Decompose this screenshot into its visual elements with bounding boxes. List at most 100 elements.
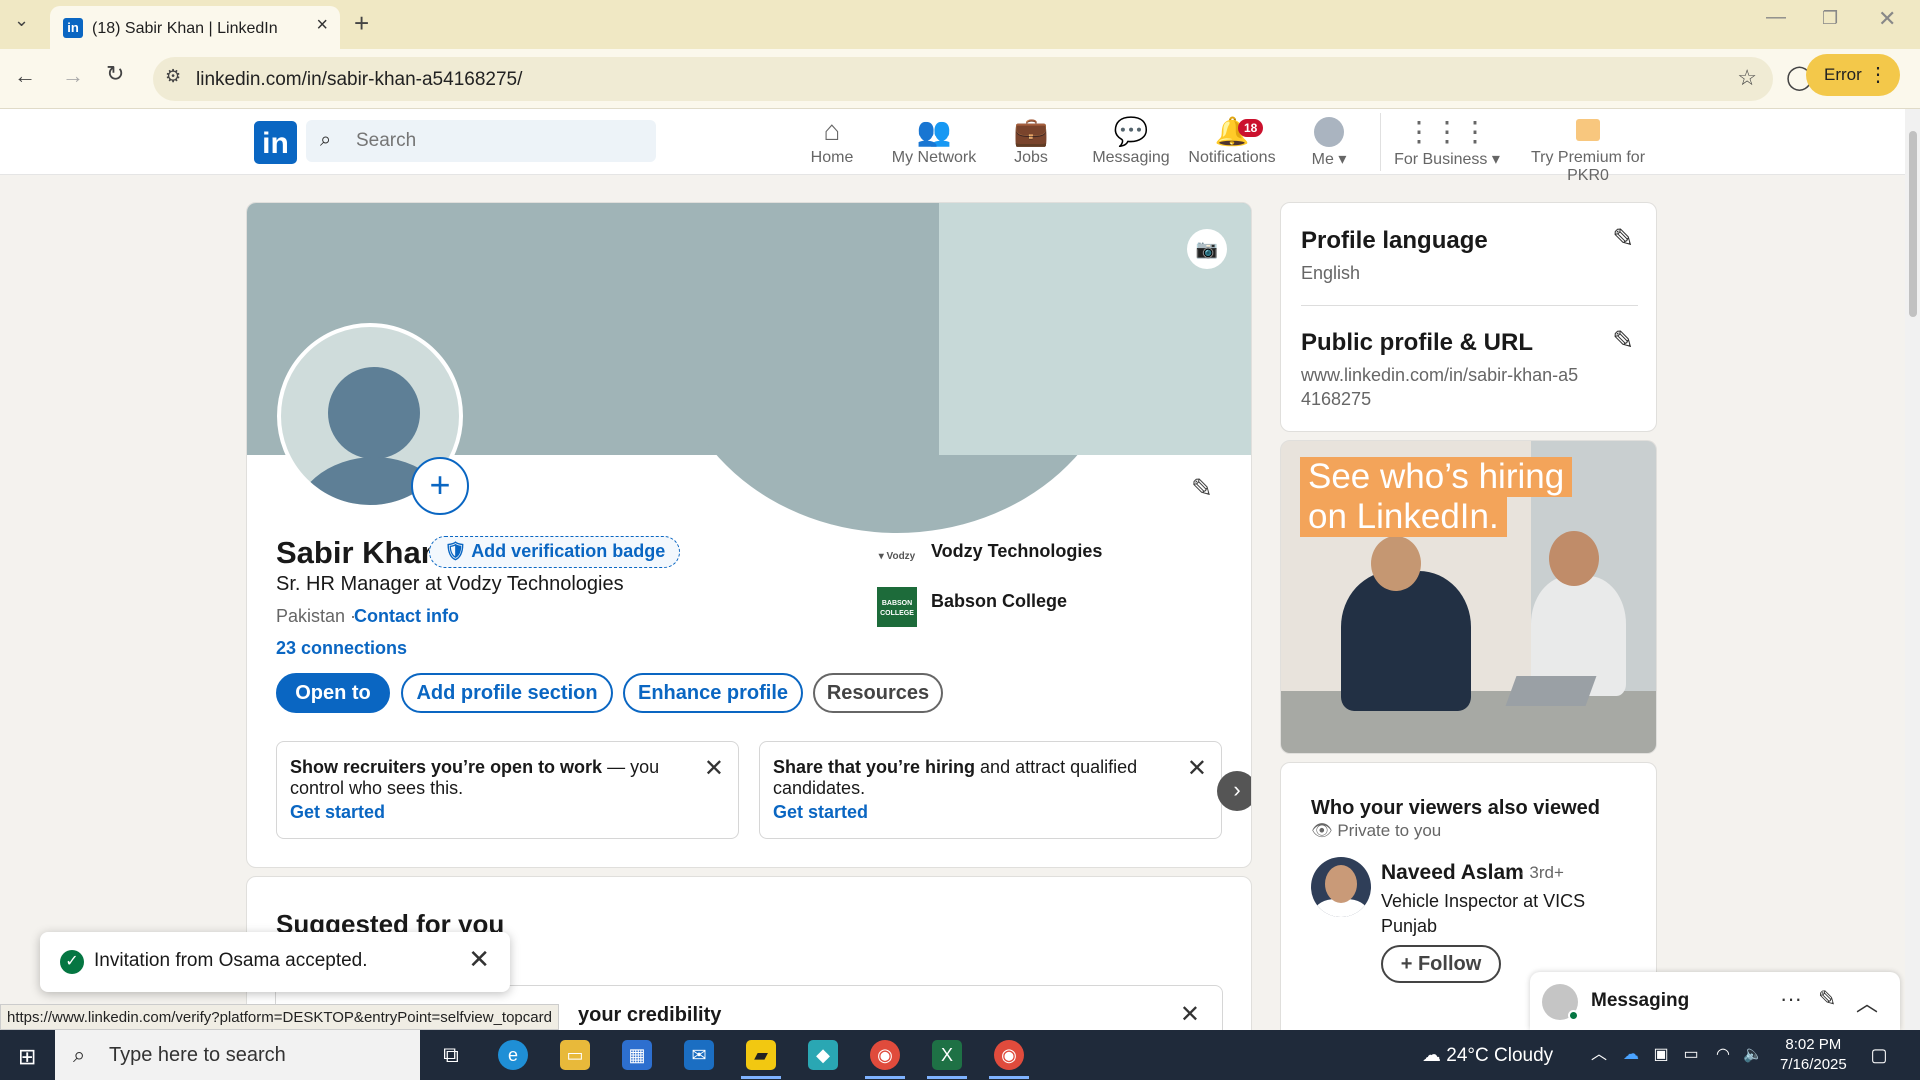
linkedin-logo[interactable]: in xyxy=(254,121,297,164)
enhance-profile-button[interactable]: Enhance profile xyxy=(623,673,803,713)
current-company[interactable]: ▾ Vodzy Vodzy Technologies xyxy=(877,537,1102,577)
scrollbar-thumb[interactable] xyxy=(1909,131,1917,317)
chrome-icon[interactable]: ◉ xyxy=(994,1040,1024,1070)
notifications-center-icon[interactable]: ▢ xyxy=(1864,1040,1894,1070)
linkedin-favicon-icon: in xyxy=(63,18,83,38)
windows-taskbar: ⊞ ⌕ Type here to search ⧉ e ▭ ▦ ✉ ▰ ◆ ◉ … xyxy=(0,1030,1920,1080)
window-close-icon[interactable]: ✕ xyxy=(1878,6,1896,32)
chevron-up-icon[interactable]: ︿ xyxy=(1856,986,1878,1018)
avatar-head xyxy=(328,367,420,459)
tab-search-icon[interactable]: ⌄ xyxy=(14,10,29,31)
add-profile-section-button[interactable]: Add profile section xyxy=(401,673,613,713)
windows-start-icon[interactable]: ⊞ xyxy=(18,1044,36,1070)
nav-my-network[interactable]: 👥 My Network xyxy=(884,115,984,167)
wifi-icon[interactable]: ◠ xyxy=(1708,1040,1738,1070)
clock-time: 8:02 PM xyxy=(1785,1036,1842,1053)
profile-error-button[interactable]: Error ⋮ xyxy=(1806,54,1900,96)
nav-premium[interactable]: Try Premium for PKR0 xyxy=(1508,115,1668,185)
resources-button[interactable]: Resources xyxy=(813,673,943,713)
ad-person-body xyxy=(1341,571,1471,711)
nav-messaging[interactable]: 💬 Messaging xyxy=(1090,115,1172,167)
edge-icon[interactable]: e xyxy=(498,1040,528,1070)
nav-for-business[interactable]: ⋮⋮⋮ For Business ▾ xyxy=(1392,115,1502,169)
open-to-button[interactable]: Open to xyxy=(276,673,390,713)
messaging-overlay[interactable]: Messaging ··· ✎ ︿ xyxy=(1530,972,1900,1030)
ad-person-head xyxy=(1549,531,1599,586)
add-photo-button[interactable]: + xyxy=(411,457,469,515)
more-options-icon[interactable]: ··· xyxy=(1780,986,1802,1012)
taskbar-clock[interactable]: 8:02 PM 7/16/2025 xyxy=(1780,1035,1847,1075)
forward-icon[interactable]: → xyxy=(62,63,84,89)
profile-name: Sabir Khan xyxy=(276,535,440,570)
nav-notifications[interactable]: 🔔 Notifications 18 xyxy=(1186,115,1278,167)
toast-text: Invitation from Osama accepted. xyxy=(94,950,368,971)
grid-icon: ⋮⋮⋮ xyxy=(1405,116,1489,147)
nav-home[interactable]: ⌂ Home xyxy=(800,115,864,167)
browser-tab[interactable]: in (18) Sabir Khan | LinkedIn × xyxy=(50,6,340,49)
nav-me[interactable]: Me ▾ xyxy=(1306,115,1352,169)
browser-toolbar: ← → ↻ ⚙ linkedin.com/in/sabir-khan-a5416… xyxy=(0,49,1920,109)
close-icon[interactable]: ✕ xyxy=(1180,1000,1200,1029)
taskbar-search[interactable]: ⌕ Type here to search xyxy=(55,1030,420,1080)
address-bar[interactable]: ⚙ linkedin.com/in/sabir-khan-a54168275/ … xyxy=(153,57,1773,101)
promo-text: Share that you’re hiring and attract qua… xyxy=(773,757,1163,799)
carousel-next-icon[interactable]: › xyxy=(1217,771,1251,811)
promo-text: Show recruiters you’re open to work — yo… xyxy=(290,757,680,799)
camera-icon[interactable]: 📷 xyxy=(1187,229,1227,269)
messaging-icon: 💬 xyxy=(1113,116,1149,147)
chevron-up-icon[interactable]: ︿ xyxy=(1584,1040,1614,1070)
status-bar-link: https://www.linkedin.com/verify?platform… xyxy=(0,1004,559,1030)
search-box[interactable]: ⌕ xyxy=(306,120,656,162)
hiring-advertisement[interactable]: See who’s hiring on LinkedIn. xyxy=(1280,440,1657,754)
battery-icon[interactable]: ▭ xyxy=(1676,1040,1706,1070)
connections-link[interactable]: 23 connections xyxy=(276,638,407,659)
menu-dots-icon: ⋮ xyxy=(1868,64,1888,86)
store-icon[interactable]: ▦ xyxy=(622,1040,652,1070)
reload-icon[interactable]: ↻ xyxy=(106,61,124,87)
edit-language-pencil-icon[interactable]: ✎ xyxy=(1612,223,1634,254)
close-icon[interactable]: ✕ xyxy=(468,944,490,975)
get-started-link[interactable]: Get started xyxy=(290,802,385,823)
app-icon[interactable]: ◆ xyxy=(808,1040,838,1070)
verify-label: Add verification badge xyxy=(471,541,666,561)
meet-now-icon[interactable]: ▣ xyxy=(1646,1040,1676,1070)
profile-location: Pakistan · xyxy=(276,606,357,626)
person-avatar[interactable] xyxy=(1311,857,1371,917)
compose-icon[interactable]: ✎ xyxy=(1818,986,1836,1012)
excel-icon[interactable]: X xyxy=(932,1040,962,1070)
sticky-notes-icon[interactable]: ▰ xyxy=(746,1040,776,1070)
search-input[interactable] xyxy=(356,126,636,156)
invitation-toast: ✓ Invitation from Osama accepted. ✕ xyxy=(40,932,510,992)
task-view-icon[interactable]: ⧉ xyxy=(436,1040,466,1070)
active-app-indicator xyxy=(927,1076,967,1079)
edit-url-pencil-icon[interactable]: ✎ xyxy=(1612,325,1634,356)
bookmark-star-icon[interactable]: ☆ xyxy=(1737,65,1757,91)
contact-info-link[interactable]: Contact info xyxy=(354,606,459,627)
onedrive-icon[interactable]: ☁ xyxy=(1616,1040,1646,1070)
chrome-icon[interactable]: ◉ xyxy=(870,1040,900,1070)
weather-widget[interactable]: ☁ 24°C Cloudy xyxy=(1422,1044,1553,1067)
follow-button[interactable]: + Follow xyxy=(1381,945,1501,983)
file-explorer-icon[interactable]: ▭ xyxy=(560,1040,590,1070)
close-icon[interactable]: ✕ xyxy=(1187,754,1207,783)
volume-icon[interactable]: 🔈 xyxy=(1738,1040,1768,1070)
minimize-icon[interactable]: — xyxy=(1766,6,1786,29)
messaging-label: Messaging xyxy=(1591,990,1690,1011)
new-tab-icon[interactable]: + xyxy=(354,8,369,39)
edit-intro-pencil-icon[interactable]: ✎ xyxy=(1191,473,1213,504)
chevron-down-icon: ▾ xyxy=(1333,151,1347,168)
close-icon[interactable]: ✕ xyxy=(704,754,724,783)
tab-close-icon[interactable]: × xyxy=(316,14,328,37)
page-scrollbar[interactable] xyxy=(1905,109,1920,1030)
get-started-link[interactable]: Get started xyxy=(773,802,868,823)
nav-jobs[interactable]: 💼 Jobs xyxy=(1005,115,1057,167)
back-icon[interactable]: ← xyxy=(14,63,36,89)
active-app-indicator xyxy=(741,1076,781,1079)
taskbar-search-placeholder: Type here to search xyxy=(109,1044,286,1066)
add-verification-badge-button[interactable]: 🛡 Add verification badge xyxy=(429,536,681,568)
education-school[interactable]: BABSON COLLEGE Babson College xyxy=(877,587,1067,627)
restore-icon[interactable]: ❐ xyxy=(1822,8,1838,29)
mail-icon[interactable]: ✉ xyxy=(684,1040,714,1070)
site-info-icon[interactable]: ⚙ xyxy=(165,66,181,87)
person-name[interactable]: Naveed Aslam xyxy=(1381,861,1524,885)
